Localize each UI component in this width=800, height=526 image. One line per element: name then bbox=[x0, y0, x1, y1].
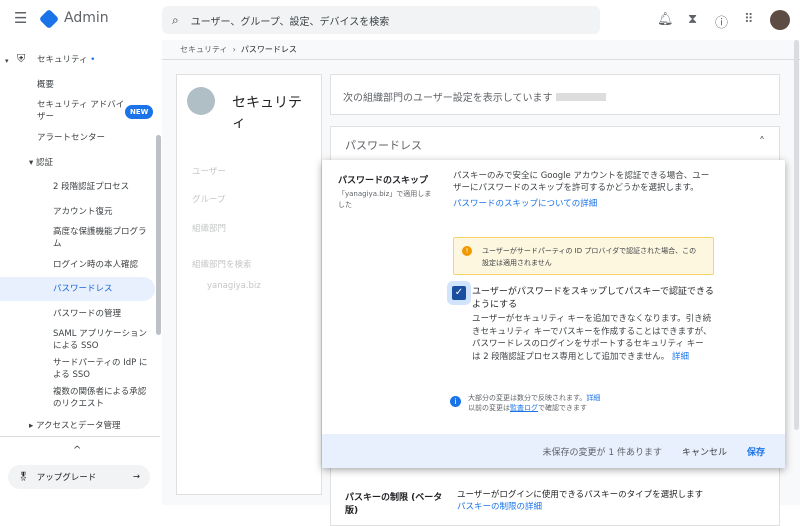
learn-more-link[interactable]: パスワードのスキップについての詳細 bbox=[453, 197, 597, 209]
sidebar-item-app[interactable]: 高度な保護機能プログラム bbox=[53, 226, 153, 250]
breadcrumb: セキュリティ › パスワードレス bbox=[180, 45, 297, 54]
info-text: 大部分の変更は数分で反映されます。詳細 以前の変更は監査ログで確認できます bbox=[468, 394, 601, 412]
applied-status: 「yanagiya.biz」で適用しました bbox=[338, 190, 432, 209]
chevron-up-icon[interactable]: ˄ bbox=[759, 135, 765, 149]
sidebar-item-multi-party[interactable]: 複数の関係者による承認のリクエスト bbox=[53, 386, 151, 410]
cancel-button[interactable]: キャンセル bbox=[682, 445, 727, 458]
sidebar-item-alert-center[interactable]: アラートセンター bbox=[37, 132, 105, 144]
collapse-caret-icon[interactable]: ▾ bbox=[5, 55, 9, 67]
search-placeholder: ユーザー、グループ、設定、デバイスを検索 bbox=[190, 16, 390, 28]
section-title: パスワードレス bbox=[345, 139, 422, 152]
passkey-restriction-title: パスキーの制限 (ベータ版) bbox=[345, 493, 443, 516]
upgrade-button[interactable]: 🎖︎ アップグレード → bbox=[8, 465, 150, 489]
password-skip-editor: パスワードのスキップ 「yanagiya.biz」で適用しました パスキーのみで… bbox=[322, 160, 785, 468]
sidebar: ▾ ⛨ セキュリティ • 概要 セキュリティ アドバイザー NEW アラートセン… bbox=[0, 40, 162, 505]
main-scrollbar[interactable] bbox=[794, 40, 799, 430]
panel-title: セキュリティ bbox=[232, 95, 302, 131]
hourglass-icon[interactable]: ⧗ bbox=[688, 12, 697, 27]
groups-filter[interactable]: グループ bbox=[192, 193, 226, 205]
sidebar-item-saml-sso[interactable]: SAML アプリケーションによる SSO bbox=[53, 328, 151, 352]
arrow-right-icon: → bbox=[132, 472, 140, 482]
audit-log-link[interactable]: 監査ログ bbox=[510, 404, 538, 412]
sidebar-item-auth[interactable]: ▾ 認証 bbox=[29, 157, 53, 169]
admin-logo-icon bbox=[38, 8, 60, 30]
sidebar-item-access[interactable]: ▸ アクセスとデータ管理 bbox=[29, 420, 121, 432]
checkbox-label[interactable]: ユーザーがパスワードをスキップしてパスキーで認証できるようにする bbox=[472, 286, 722, 312]
warning-banner: ! ユーザーがサードパーティの ID プロバイダで認証された場合、この設定は適用さ… bbox=[453, 237, 714, 275]
org-search-input[interactable]: 組織部門を検索 bbox=[192, 258, 252, 270]
breadcrumb-current: パスワードレス bbox=[240, 45, 297, 54]
passkey-restriction-link[interactable]: パスキーの制限の詳細 bbox=[457, 500, 542, 512]
search-icon: ⌕ bbox=[172, 12, 179, 27]
sidebar-item-login-challenge[interactable]: ログイン時の本人確認 bbox=[53, 259, 138, 271]
sidebar-item-2sv[interactable]: 2 段階認証プロセス bbox=[53, 181, 129, 193]
apps-icon[interactable]: ⠿ bbox=[744, 12, 754, 27]
save-button[interactable]: 保存 bbox=[747, 445, 765, 458]
sidebar-item-overview[interactable]: 概要 bbox=[37, 79, 54, 91]
passkey-restriction-desc: ユーザーがログインに使用できるパスキーのタイプを選択します bbox=[457, 490, 704, 500]
security-icon bbox=[187, 87, 215, 115]
org-tree-item[interactable]: yanagiya.biz bbox=[207, 281, 261, 291]
org-panel: セキュリティ ユーザー グループ 組織部門 組織部門を検索 yanagiya.b… bbox=[176, 74, 322, 495]
sidebar-section-security[interactable]: セキュリティ • bbox=[37, 54, 95, 66]
checkbox-desc: ユーザーがセキュリティ キーを追加できなくなります。引き続きセキュリティ キーで… bbox=[472, 314, 712, 362]
avatar[interactable] bbox=[770, 10, 790, 30]
setting-title: パスワードのスキップ bbox=[338, 176, 429, 186]
app-title: Admin bbox=[64, 10, 109, 26]
top-bar: ☰ Admin ⌕ ユーザー、グループ、設定、デバイスを検索 🔔︎ ⧗ ⓘ ⠿ bbox=[0, 0, 800, 40]
divider bbox=[0, 436, 160, 437]
menu-icon[interactable]: ☰ bbox=[14, 9, 27, 27]
shield-icon: ⛨ bbox=[17, 52, 26, 65]
search-input[interactable]: ⌕ ユーザー、グループ、設定、デバイスを検索 bbox=[162, 6, 600, 34]
sidebar-item-recovery[interactable]: アカウント復元 bbox=[53, 206, 113, 218]
save-bar: 未保存の変更が 1 件あります キャンセル 保存 bbox=[322, 434, 785, 468]
users-filter[interactable]: ユーザー bbox=[192, 165, 226, 177]
bell-icon[interactable]: 🔔︎ bbox=[657, 12, 674, 27]
org-unit-info: 次の組織部門のユーザー設定を表示しています bbox=[330, 74, 780, 115]
help-icon[interactable]: ⓘ bbox=[715, 12, 728, 31]
info-icon: i bbox=[450, 396, 461, 407]
sidebar-item-password-management[interactable]: パスワードの管理 bbox=[53, 308, 121, 320]
unsaved-changes-text: 未保存の変更が 1 件あります bbox=[542, 447, 662, 458]
sidebar-scrollbar[interactable] bbox=[156, 135, 161, 335]
sidebar-item-idp-sso[interactable]: サードパーティの IdP による SSO bbox=[53, 357, 151, 381]
sidebar-item-advisor[interactable]: セキュリティ アドバイザー bbox=[37, 99, 127, 123]
new-badge: NEW bbox=[125, 105, 154, 119]
badge-icon: 🎖︎ bbox=[18, 472, 29, 482]
warning-icon: ! bbox=[462, 246, 472, 256]
org-units-filter[interactable]: 組織部門 bbox=[192, 222, 226, 234]
details-link[interactable]: 詳細 bbox=[672, 352, 689, 362]
sidebar-item-passwordless[interactable]: パスワードレス bbox=[0, 277, 155, 301]
skip-password-checkbox[interactable]: ✓ bbox=[452, 286, 466, 300]
chevron-up-icon[interactable]: ^ bbox=[73, 445, 81, 457]
breadcrumb-parent[interactable]: セキュリティ bbox=[180, 45, 228, 54]
setting-desc: パスキーのみで安全に Google アカウントを認証できる場合、ユーザーにパスワ… bbox=[453, 171, 710, 193]
